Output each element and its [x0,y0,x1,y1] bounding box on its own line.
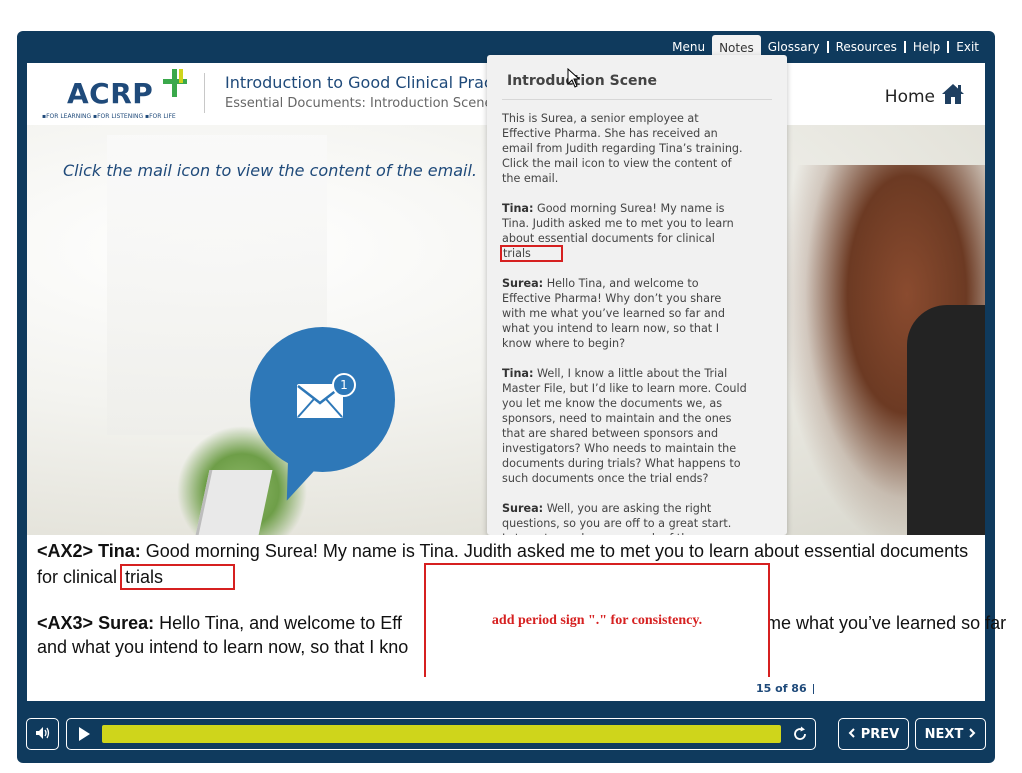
logo-tagline: ▪FOR LEARNING ▪FOR LISTENING ▪FOR LIFE [42,113,176,120]
prev-label: PREV [860,726,900,742]
home-icon [941,83,965,110]
chevron-left-icon [848,727,855,742]
speaker-icon [35,725,51,744]
transcript-tag: <AX3> [37,613,94,633]
nav-help[interactable]: Help [906,40,947,54]
next-label: NEXT [924,726,964,742]
transcript-text: Good morning Surea! My name is Tina. Jud… [145,541,969,561]
notes-speaker: Surea: [502,502,544,515]
play-icon[interactable] [79,727,90,741]
course-subtitle: Essential Documents: Introduction Scene [225,96,493,111]
page-info-bar: 15 of 86 [27,677,985,701]
volume-button[interactable] [26,718,59,750]
notes-entry-text: Good morning Surea! My name is Tina. Jud… [502,202,734,245]
scene-instruction: Click the mail icon to view the content … [63,161,478,180]
transcript-line: <AX3> Surea: Hello Tina, and welcome to … [37,613,402,634]
notes-speaker: Tina: [502,202,534,215]
transcript-text: for clinical [37,567,118,587]
notes-entry: Tina: Well, I know a little about the Tr… [502,366,748,486]
nav-resources[interactable]: Resources [829,40,904,54]
home-label: Home [884,86,935,107]
background-chair [907,305,985,535]
notes-entry: Tina: Good morning Surea! My name is Tin… [500,201,748,262]
transcript-line: me what you’ve learned so far [766,613,1006,634]
notes-speaker: Tina: [502,367,534,380]
chevron-right-icon [969,727,976,742]
notes-body: This is Surea, a senior employee at Effe… [500,111,748,576]
notes-divider [502,99,772,100]
transcript-text: Hello Tina, and welcome to Eff [159,613,402,633]
transcript-text: me what you’ve learned so far [766,613,1007,633]
progress-bar[interactable] [102,725,781,743]
acrp-logo: ACRP ▪FOR LEARNING ▪FOR LISTENING ▪FOR L… [42,67,192,123]
transcript-text: and what you intend to learn now, so tha… [37,637,409,657]
replay-icon[interactable] [791,725,809,743]
mail-button[interactable]: 1 [250,327,395,472]
transcript-highlight-trials: trials [120,564,236,590]
transcript-speaker: Surea: [98,613,155,633]
notes-speaker: Surea: [502,277,544,290]
notes-highlight-trials: trials [500,245,563,262]
notes-title: Introduction Scene [507,73,657,89]
logo-plus-icon [159,67,193,107]
home-button[interactable]: Home [885,83,965,110]
page-counter: 15 of 86 [756,682,807,695]
review-comment-box: add period sign "." for consistency. [424,563,770,682]
course-title: Introduction to Good Clinical Pract [225,73,499,92]
transcript-tag: <AX2> [37,541,94,561]
next-button[interactable]: NEXT [915,718,986,750]
page-divider [813,684,814,694]
notes-entry: Surea: Hello Tina, and welcome to Effect… [502,276,748,351]
notes-panel: Introduction Scene This is Surea, a seni… [487,55,787,560]
nav-glossary[interactable]: Glossary [761,40,827,54]
notes-entry-text: Well, I know a little about the Trial Ma… [502,367,747,485]
transcript-line: and what you intend to learn now, so tha… [37,637,408,658]
header-divider [204,73,205,113]
mail-count-badge: 1 [332,373,356,397]
nav-menu[interactable]: Menu [665,40,712,54]
media-player [66,718,816,750]
transcript-speaker: Tina: [98,541,141,561]
notes-intro: This is Surea, a senior employee at Effe… [502,112,743,185]
transcript-line: <AX2> Tina: Good morning Surea! My name … [37,541,968,562]
logo-text: ACRP [67,77,154,110]
prev-button[interactable]: PREV [838,718,909,750]
transcript-line: for clinical trials [37,564,236,590]
nav-exit[interactable]: Exit [949,40,986,54]
review-comment-text: add period sign "." for consistency. [491,613,703,628]
